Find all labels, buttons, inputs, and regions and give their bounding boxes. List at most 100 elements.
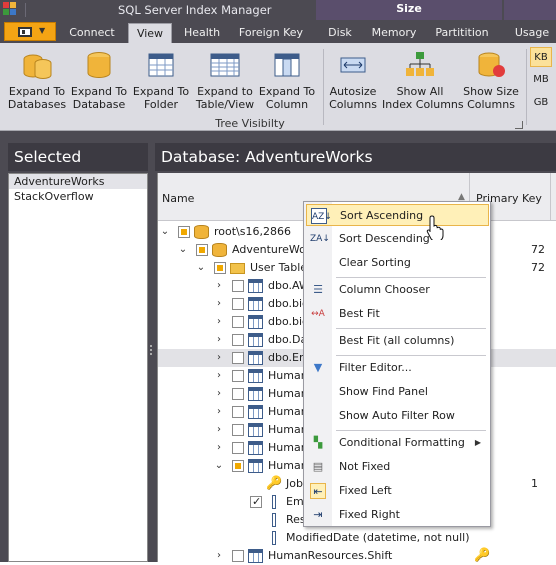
chevron-right-icon[interactable]: ›: [214, 547, 224, 565]
checkbox[interactable]: [232, 280, 244, 292]
table-icon: [248, 351, 263, 365]
menu-item-label: Fixed Right: [339, 508, 400, 521]
table-icon: [148, 53, 174, 77]
tab-connect[interactable]: Connect: [60, 23, 124, 43]
row-value: 72: [531, 243, 545, 256]
menu-item-filter-editor[interactable]: ▼ Filter Editor...: [306, 357, 489, 379]
column-icon: [272, 513, 276, 527]
autosize-icon: [340, 57, 366, 73]
size-unit-gb[interactable]: GB: [530, 93, 552, 113]
autosize-columns-button[interactable]: Autosize Columns: [328, 47, 378, 119]
tab-usage[interactable]: Usage: [508, 23, 556, 43]
database-size-icon: [478, 52, 505, 77]
size-unit-kb[interactable]: KB: [530, 47, 552, 67]
filter-icon: ▼: [313, 361, 323, 374]
chevron-right-icon[interactable]: ›: [214, 421, 224, 439]
chevron-right-icon[interactable]: ›: [214, 349, 224, 367]
checkbox[interactable]: [232, 334, 244, 346]
menu-item-best-fit-all-columns[interactable]: Best Fit (all columns): [306, 330, 489, 352]
show-size-columns-button[interactable]: Show Size Columns: [462, 47, 520, 119]
dialog-launcher-icon[interactable]: [515, 121, 523, 129]
quick-access-separator: [25, 3, 26, 17]
menu-item-clear-sorting[interactable]: Clear Sorting: [306, 252, 489, 274]
chevron-right-icon[interactable]: ›: [214, 403, 224, 421]
tab-view[interactable]: View: [128, 23, 172, 43]
menu-item-fixed-left[interactable]: ⇤ Fixed Left: [306, 480, 489, 502]
menu-item-best-fit[interactable]: ↔A Best Fit: [306, 303, 489, 325]
menu-item-label: Show Find Panel: [339, 385, 428, 398]
chevron-down-icon[interactable]: ⌄: [196, 259, 206, 277]
tab-memory[interactable]: Memory: [368, 23, 420, 43]
table-row[interactable]: › HumanResources.Shift 🔑: [158, 547, 556, 565]
list-item[interactable]: AdventureWorks: [9, 174, 147, 189]
show-all-index-columns-button[interactable]: Show All Index Columns: [382, 47, 464, 119]
chevron-right-icon[interactable]: ›: [214, 313, 224, 331]
key-icon: 🔑: [474, 548, 491, 563]
tab-disk[interactable]: Disk: [318, 23, 362, 43]
row-label: dbo.Da: [268, 333, 308, 346]
table-row[interactable]: ModifiedDate (datetime, not null): [158, 529, 556, 547]
menu-item-column-chooser[interactable]: ☰ Column Chooser: [306, 279, 489, 301]
button-label-line1: Expand To: [70, 85, 128, 98]
checkbox[interactable]: [232, 406, 244, 418]
file-menu-button[interactable]: ▼: [4, 22, 56, 41]
chevron-right-icon[interactable]: ›: [214, 331, 224, 349]
list-item[interactable]: StackOverflow: [9, 189, 147, 204]
window-title: SQL Server Index Manager: [118, 3, 272, 17]
row-label: Human: [268, 441, 308, 454]
row-label: Human: [268, 405, 308, 418]
chevron-right-icon[interactable]: ›: [214, 295, 224, 313]
table-icon: [248, 387, 263, 401]
checkbox[interactable]: [232, 370, 244, 382]
table-icon: [248, 369, 263, 383]
splitter-handle[interactable]: [150, 345, 153, 359]
row-label: Human: [268, 387, 308, 400]
expand-to-column-button[interactable]: Expand To Column: [258, 47, 316, 119]
checkbox[interactable]: [232, 316, 244, 328]
not-fixed-icon: ▤: [312, 460, 324, 473]
chevron-down-icon[interactable]: ⌄: [160, 223, 170, 241]
column-header-next[interactable]: [550, 173, 556, 221]
checkbox[interactable]: [178, 226, 190, 238]
expand-to-databases-button[interactable]: Expand To Databases: [6, 47, 68, 119]
checkbox[interactable]: [196, 244, 208, 256]
button-label-line1: Show All: [396, 85, 444, 98]
expand-to-folder-button[interactable]: Expand To Folder: [132, 47, 190, 119]
checkbox[interactable]: [232, 298, 244, 310]
checkbox[interactable]: [232, 442, 244, 454]
chevron-down-icon[interactable]: ⌄: [178, 241, 188, 259]
key-icon: 🔑: [266, 476, 283, 491]
chevron-right-icon[interactable]: ›: [214, 439, 224, 457]
chevron-right-icon[interactable]: ›: [214, 367, 224, 385]
checkbox[interactable]: [214, 262, 226, 274]
expand-to-database-button[interactable]: Expand To Database: [70, 47, 128, 119]
menu-item-show-find-panel[interactable]: Show Find Panel: [306, 381, 489, 403]
conditional-formatting-icon: ▚: [313, 436, 323, 449]
menu-item-fixed-right[interactable]: ⇥ Fixed Right: [306, 504, 489, 526]
tab-partition[interactable]: Partitition: [430, 23, 494, 43]
menu-item-label: Filter Editor...: [339, 361, 412, 374]
menu-item-sort-ascending[interactable]: AZ↓ Sort Ascending: [306, 204, 489, 226]
checkbox[interactable]: [232, 388, 244, 400]
menu-item-label: Clear Sorting: [339, 256, 411, 269]
menu-item-sort-descending[interactable]: ZA↓ Sort Descending: [306, 228, 489, 250]
chevron-right-icon[interactable]: ›: [214, 385, 224, 403]
menu-item-show-auto-filter-row[interactable]: Show Auto Filter Row: [306, 405, 489, 427]
column-header-name[interactable]: Name: [162, 192, 194, 205]
row-label: HumanResources.Shift: [268, 549, 393, 562]
tab-foreign-key[interactable]: Foreign Key: [234, 23, 308, 43]
checkbox[interactable]: [232, 424, 244, 436]
checkbox[interactable]: [232, 460, 244, 472]
checkbox[interactable]: [232, 550, 244, 562]
menu-item-not-fixed[interactable]: ▤ Not Fixed: [306, 456, 489, 478]
checkbox[interactable]: [232, 352, 244, 364]
tab-health[interactable]: Health: [176, 23, 228, 43]
chevron-down-icon[interactable]: ⌄: [214, 457, 224, 475]
checkbox[interactable]: [250, 493, 262, 511]
chevron-right-icon[interactable]: ›: [214, 277, 224, 295]
menu-item-label: Conditional Formatting: [339, 436, 465, 449]
ribbon-separator: [323, 49, 324, 125]
menu-item-conditional-formatting[interactable]: ▚ Conditional Formatting ▶: [306, 432, 489, 454]
expand-to-table-view-button[interactable]: Expand to Table/View: [194, 47, 256, 119]
size-unit-mb[interactable]: MB: [530, 70, 552, 90]
